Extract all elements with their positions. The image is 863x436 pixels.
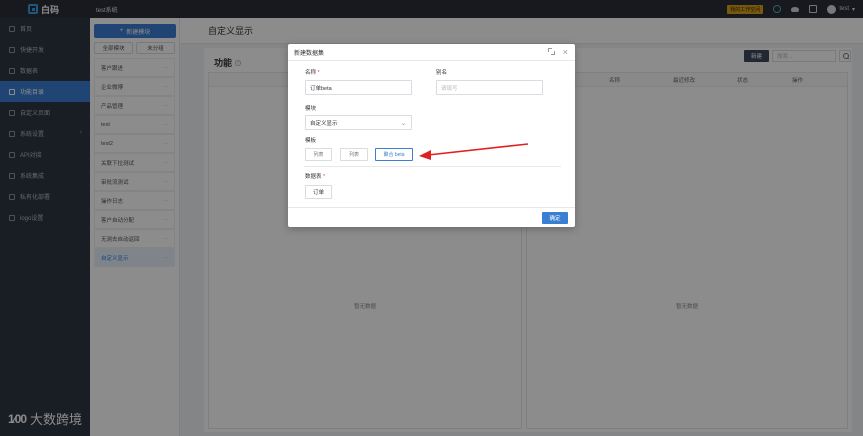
dialog-header: 新建数据集 × [288, 44, 575, 61]
chevron-down-icon: ⌄ [400, 121, 406, 127]
dataset-chip[interactable]: 订单 [305, 185, 332, 199]
alias-field[interactable]: 请填写 [436, 80, 543, 95]
required-mark: * [317, 70, 320, 76]
name-label: 名称 * [305, 68, 320, 76]
module-select[interactable]: 自定义显示 ⌄ [305, 115, 412, 130]
name-label-text: 名称 [305, 70, 317, 76]
module-label: 模块 [305, 106, 317, 112]
ok-button[interactable]: 确定 [542, 212, 568, 224]
required-mark: * [323, 174, 326, 180]
close-icon[interactable]: × [563, 48, 568, 57]
template-option-list-2[interactable]: 列表 [340, 148, 368, 161]
dataset-label: 数据表 * [305, 172, 325, 180]
dataset-label-text: 数据表 [305, 174, 322, 180]
dialog-title: 新建数据集 [294, 50, 325, 57]
module-select-value: 自定义显示 [310, 120, 338, 127]
alias-label: 别名 [436, 70, 448, 76]
name-field[interactable]: 订单beta [305, 80, 412, 95]
expand-icon[interactable] [547, 48, 555, 55]
template-label: 模板 [305, 138, 317, 144]
template-option-list[interactable]: 列表 [305, 148, 332, 161]
new-dataset-dialog: 新建数据集 × 名称 * 订单beta 别名 请填写 模块 自定义显示 ⌄ 模板… [288, 44, 575, 227]
dialog-footer: 确定 [288, 207, 575, 227]
divider [304, 166, 561, 167]
template-option-aggregate[interactable]: 聚合 beta [375, 148, 413, 161]
